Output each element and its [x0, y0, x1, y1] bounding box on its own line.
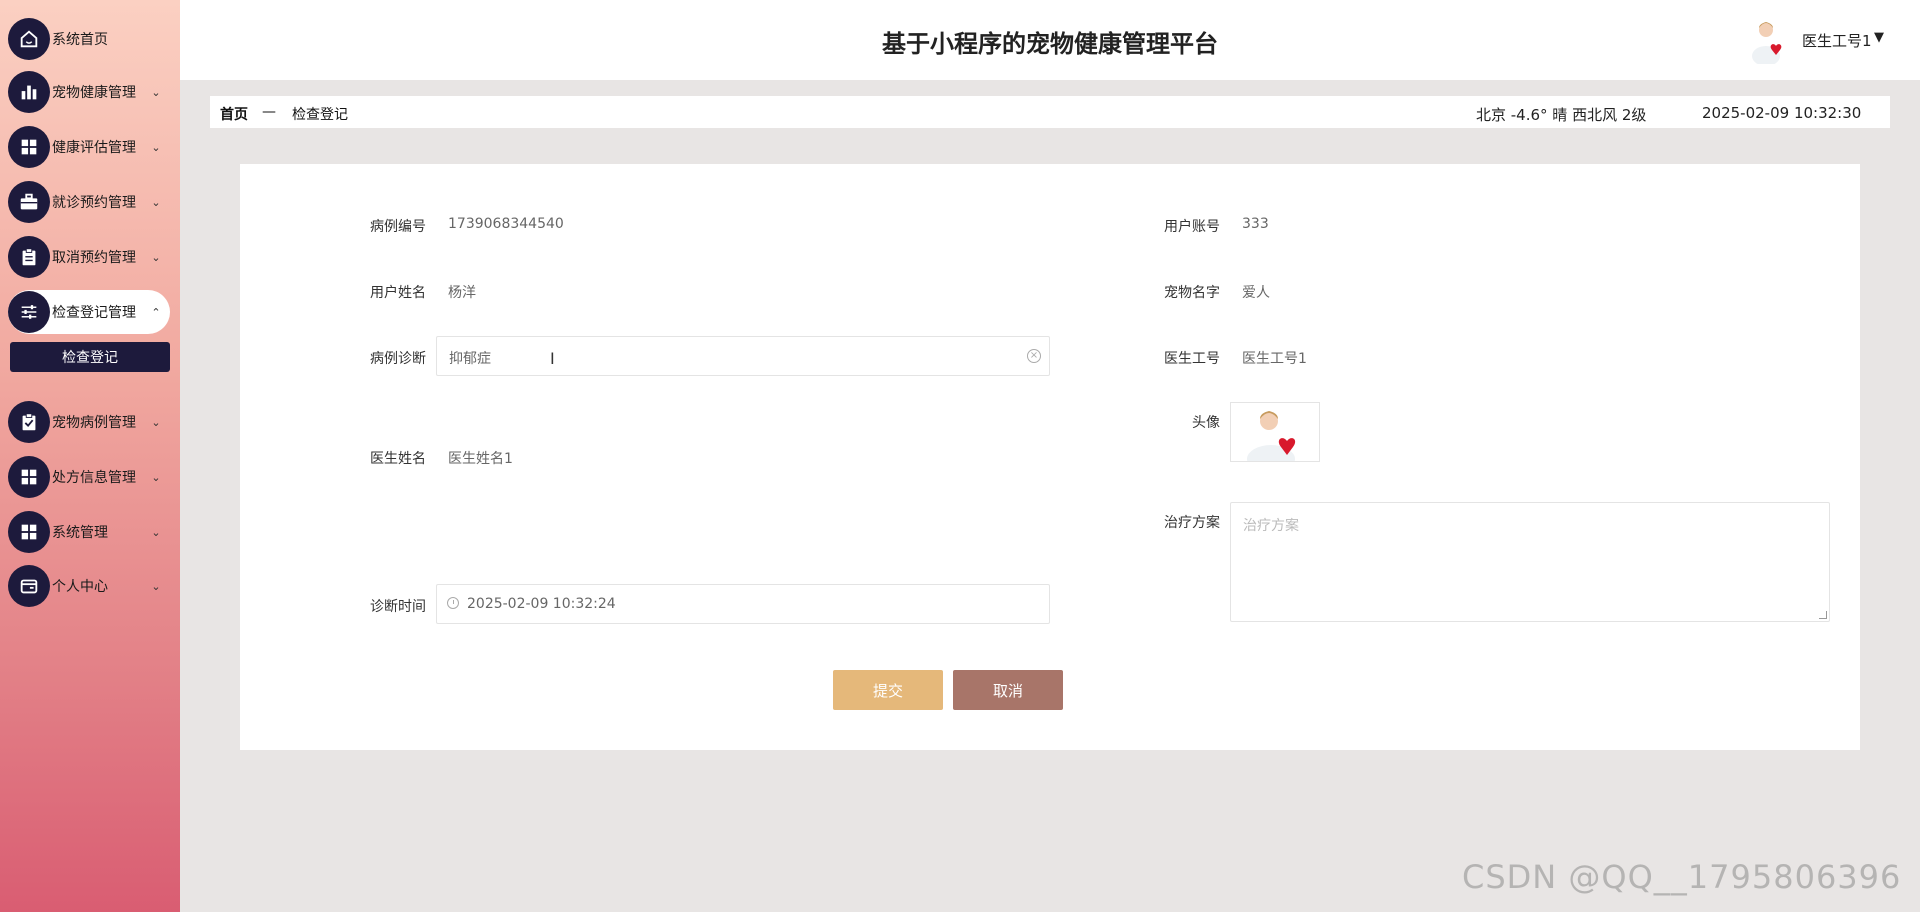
sidebar-item-label: 检查登记管理: [52, 305, 136, 321]
clock-icon: [447, 597, 459, 609]
diagnosis-label: 病例诊断: [370, 351, 426, 367]
sidebar-item-pet-cases[interactable]: 宠物病例管理 ⌄: [8, 400, 170, 444]
sidebar-item-label: 就诊预约管理: [52, 195, 136, 211]
watermark: CSDN @QQ__1795806396: [1462, 858, 1902, 896]
doctor-id-label: 医生工号: [1164, 351, 1220, 367]
case-no-label: 病例编号: [370, 219, 426, 235]
submit-button[interactable]: 提交: [833, 670, 943, 710]
doctor-id-value: 医生工号1: [1242, 351, 1307, 367]
form-panel: 病例编号 1739068344540 用户账号 333 用户姓名 杨洋 宠物名字…: [240, 164, 1860, 750]
sidebar-item-label: 系统首页: [52, 32, 108, 48]
clipboard-check-icon: [8, 401, 50, 443]
home-icon: [8, 18, 50, 60]
user-account-value: 333: [1242, 216, 1269, 232]
sidebar-item-label: 个人中心: [52, 579, 108, 595]
cancel-button[interactable]: 取消: [953, 670, 1063, 710]
breadcrumb: 首页 — 检查登记 北京 -4.6° 晴 西北风 2级 2025-02-09 1…: [210, 96, 1890, 128]
clipboard-icon: [8, 236, 50, 278]
caret-down-icon[interactable]: ▼: [1874, 30, 1884, 45]
pet-name-value: 爱人: [1242, 285, 1270, 301]
diagnosis-time-label: 诊断时间: [370, 599, 426, 615]
submenu-item-exam-registration[interactable]: 检查登记: [10, 342, 170, 372]
doctor-name-value: 医生姓名1: [448, 451, 513, 467]
sidebar-item-health-assessment[interactable]: 健康评估管理 ⌄: [8, 125, 170, 169]
breadcrumb-home[interactable]: 首页: [220, 104, 248, 124]
text-cursor-icon: I: [550, 349, 555, 368]
wallet-icon: [8, 565, 50, 607]
grid-icon: [8, 511, 50, 553]
sidebar-item-cancel-appointments[interactable]: 取消预约管理 ⌄: [8, 235, 170, 279]
treatment-label: 治疗方案: [1164, 515, 1220, 531]
sidebar-item-label: 健康评估管理: [52, 140, 136, 156]
chevron-down-icon: ⌄: [151, 250, 161, 264]
sidebar-item-label: 宠物病例管理: [52, 415, 136, 431]
bar-chart-icon: [8, 71, 50, 113]
breadcrumb-current: 检查登记: [292, 107, 348, 123]
sidebar-item-pet-health[interactable]: 宠物健康管理 ⌄: [8, 70, 170, 114]
chevron-down-icon: ⌄: [151, 85, 161, 99]
case-no-value: 1739068344540: [448, 216, 564, 232]
sidebar-item-home[interactable]: 系统首页: [8, 17, 170, 61]
breadcrumb-separator: —: [262, 104, 276, 120]
treatment-textarea[interactable]: 治疗方案: [1230, 502, 1830, 622]
avatar-label: 头像: [1192, 415, 1220, 431]
clear-icon[interactable]: ×: [1027, 349, 1041, 363]
chevron-down-icon: ⌄: [151, 525, 161, 539]
pet-name-label: 宠物名字: [1164, 285, 1220, 301]
doctor-name-label: 医生姓名: [370, 451, 426, 467]
user-name-value: 杨洋: [448, 285, 476, 301]
grid-icon: [8, 456, 50, 498]
header: 基于小程序的宠物健康管理平台: [180, 0, 1920, 80]
chevron-down-icon: ⌄: [151, 579, 161, 593]
chevron-down-icon: ⌄: [151, 415, 161, 429]
chevron-down-icon: ⌄: [151, 140, 161, 154]
avatar[interactable]: [1746, 16, 1786, 64]
sliders-icon: [8, 291, 50, 333]
resize-handle-icon[interactable]: [1819, 611, 1827, 619]
sidebar-item-exam-registration[interactable]: 检查登记管理 ⌃: [8, 290, 170, 334]
sidebar-item-prescriptions[interactable]: 处方信息管理 ⌄: [8, 455, 170, 499]
sidebar: 系统首页 宠物健康管理 ⌄ 健康评估管理 ⌄ 就诊预约管理 ⌄ 取消预约管理 ⌄…: [0, 0, 180, 912]
diagnosis-time-picker[interactable]: 2025-02-09 10:32:24: [436, 584, 1050, 624]
chevron-down-icon: ⌄: [151, 470, 161, 484]
grid-icon: [8, 126, 50, 168]
briefcase-icon: [8, 181, 50, 223]
diagnosis-time-value: 2025-02-09 10:32:24: [467, 596, 616, 612]
sidebar-item-system[interactable]: 系统管理 ⌄: [8, 510, 170, 554]
user-name-label: 用户姓名: [370, 285, 426, 301]
sidebar-item-profile[interactable]: 个人中心 ⌄: [8, 564, 170, 608]
user-account-label: 用户账号: [1164, 219, 1220, 235]
weather-info: 北京 -4.6° 晴 西北风 2级: [1476, 106, 1647, 124]
sidebar-item-label: 处方信息管理: [52, 470, 136, 486]
treatment-placeholder: 治疗方案: [1243, 518, 1299, 534]
avatar-image[interactable]: [1230, 402, 1320, 462]
chevron-up-icon: ⌃: [151, 305, 161, 319]
sidebar-item-appointments[interactable]: 就诊预约管理 ⌄: [8, 180, 170, 224]
sidebar-item-label: 宠物健康管理: [52, 85, 136, 101]
diagnosis-input-value: 抑郁症: [449, 351, 491, 367]
diagnosis-input[interactable]: 抑郁症 I ×: [436, 336, 1050, 376]
page-title: 基于小程序的宠物健康管理平台: [882, 30, 1218, 58]
sidebar-item-label: 取消预约管理: [52, 250, 136, 266]
user-menu[interactable]: 医生工号1: [1802, 30, 1872, 51]
sidebar-item-label: 系统管理: [52, 525, 108, 541]
current-datetime: 2025-02-09 10:32:30: [1702, 104, 1862, 122]
chevron-down-icon: ⌄: [151, 195, 161, 209]
